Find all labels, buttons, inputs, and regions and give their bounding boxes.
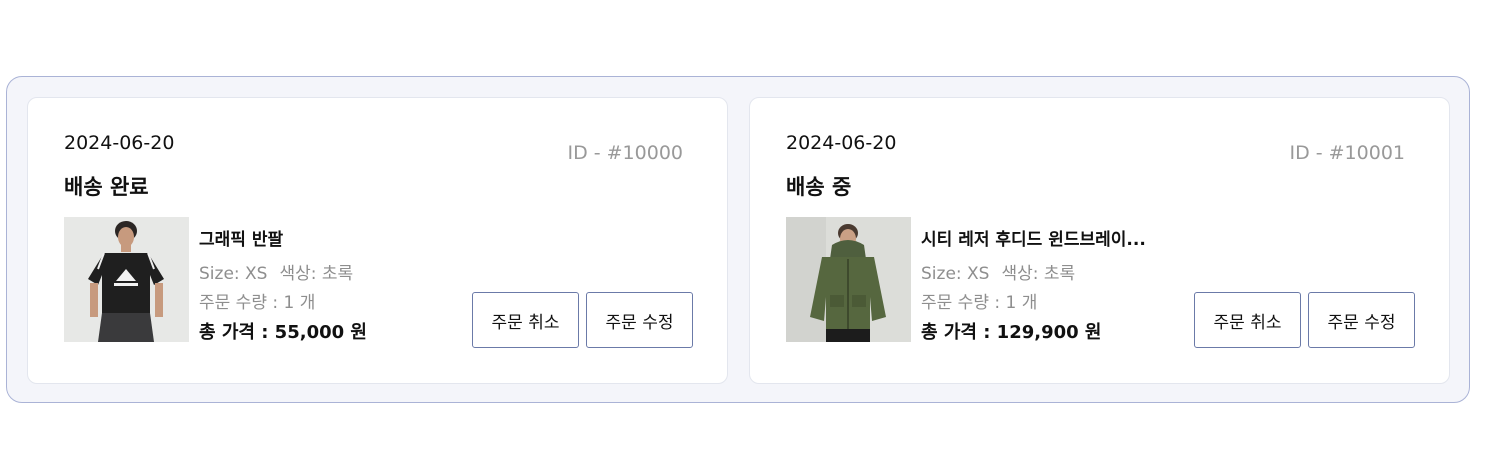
product-size: Size: XS: [921, 264, 990, 284]
order-id: ID - #10000: [567, 142, 683, 164]
product-image[interactable]: [64, 217, 189, 342]
edit-order-button[interactable]: 주문 수정: [586, 292, 693, 348]
order-status: 배송 중: [786, 175, 852, 199]
product-info: 시티 레저 후디드 윈드브레이... Size: XS 색상: 초록 주문 수량 …: [921, 225, 1146, 347]
order-total-price: 총 가격 : 55,000 원: [199, 322, 367, 343]
product-color: 색상: 초록: [279, 264, 354, 284]
product-color: 색상: 초록: [1001, 264, 1076, 284]
order-card: 2024-06-20 배송 중 ID - #10001 시티 레저 후디드 윈드…: [749, 97, 1450, 384]
product-size: Size: XS: [199, 264, 268, 284]
order-total-price: 총 가격 : 129,900 원: [921, 322, 1102, 343]
edit-order-button[interactable]: 주문 수정: [1308, 292, 1415, 348]
product-name[interactable]: 시티 레저 후디드 윈드브레이...: [921, 225, 1146, 250]
order-card: 2024-06-20 배송 완료 ID - #10000 그래픽 반팔 Size…: [27, 97, 728, 384]
order-date: 2024-06-20: [64, 132, 175, 154]
order-id: ID - #10001: [1289, 142, 1405, 164]
product-name[interactable]: 그래픽 반팔: [199, 225, 367, 250]
order-quantity: 주문 수량 : 1 개: [199, 293, 316, 313]
cancel-order-button[interactable]: 주문 취소: [472, 292, 579, 348]
product-options: Size: XS 색상: 초록: [199, 260, 367, 289]
order-list-panel: 2024-06-20 배송 완료 ID - #10000 그래픽 반팔 Size…: [6, 76, 1470, 403]
order-date: 2024-06-20: [786, 132, 897, 154]
order-quantity: 주문 수량 : 1 개: [921, 293, 1038, 313]
product-info: 그래픽 반팔 Size: XS 색상: 초록 주문 수량 : 1 개 총 가격 :…: [199, 225, 367, 347]
order-status: 배송 완료: [64, 175, 149, 199]
product-options: Size: XS 색상: 초록: [921, 260, 1146, 289]
product-image[interactable]: [786, 217, 911, 342]
cancel-order-button[interactable]: 주문 취소: [1194, 292, 1301, 348]
